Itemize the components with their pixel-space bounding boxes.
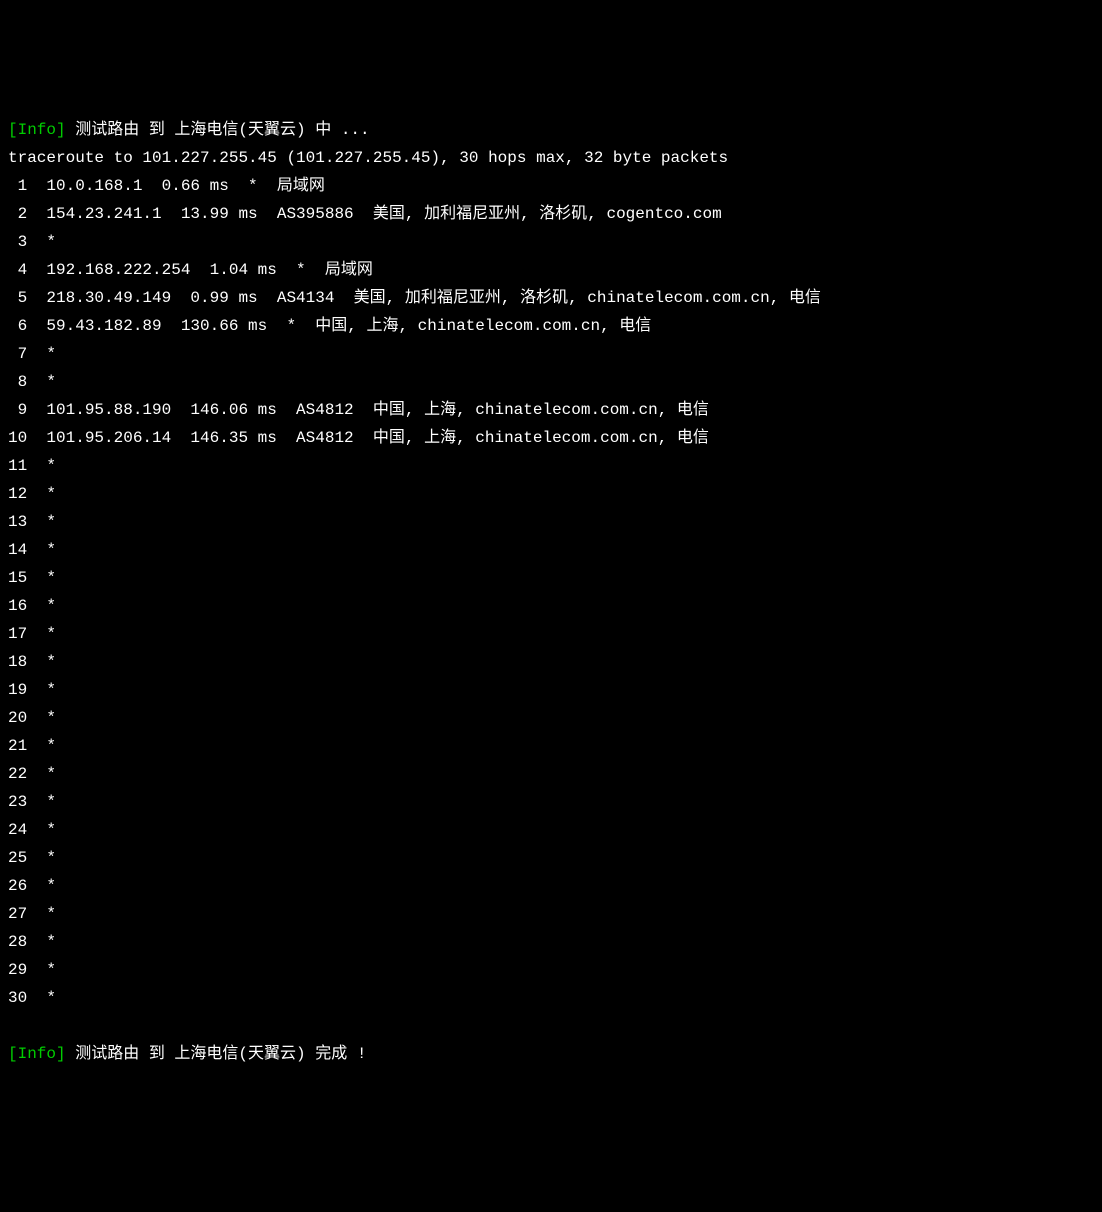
hop-number: 22	[8, 760, 27, 788]
hop-number: 27	[8, 900, 27, 928]
hop-number: 17	[8, 620, 27, 648]
hop-details: *	[27, 933, 56, 951]
traceroute-hop: 8 *	[8, 368, 1094, 396]
traceroute-hop: 6 59.43.182.89 130.66 ms * 中国, 上海, china…	[8, 312, 1094, 340]
traceroute-hop: 1 10.0.168.1 0.66 ms * 局域网	[8, 172, 1094, 200]
traceroute-hop: 26 *	[8, 872, 1094, 900]
traceroute-hop: 22 *	[8, 760, 1094, 788]
hop-details: *	[27, 905, 56, 923]
traceroute-hop: 23 *	[8, 788, 1094, 816]
traceroute-header: traceroute to 101.227.255.45 (101.227.25…	[8, 144, 1094, 172]
traceroute-hop: 21 *	[8, 732, 1094, 760]
hop-number: 14	[8, 536, 27, 564]
hop-number: 9	[8, 396, 27, 424]
hop-number: 5	[8, 284, 27, 312]
hop-details: *	[27, 793, 56, 811]
hop-details: *	[27, 821, 56, 839]
hop-details: *	[27, 961, 56, 979]
hop-number: 26	[8, 872, 27, 900]
hop-details: 10.0.168.1 0.66 ms * 局域网	[27, 177, 325, 195]
traceroute-hop: 7 *	[8, 340, 1094, 368]
hop-number: 25	[8, 844, 27, 872]
hop-number: 13	[8, 508, 27, 536]
traceroute-hop: 2 154.23.241.1 13.99 ms AS395886 美国, 加利福…	[8, 200, 1094, 228]
hop-details: *	[27, 737, 56, 755]
hop-number: 12	[8, 480, 27, 508]
hop-number: 11	[8, 452, 27, 480]
traceroute-hop: 28 *	[8, 928, 1094, 956]
hop-details: 218.30.49.149 0.99 ms AS4134 美国, 加利福尼亚州,…	[27, 289, 821, 307]
traceroute-hop: 24 *	[8, 816, 1094, 844]
hop-details: 59.43.182.89 130.66 ms * 中国, 上海, chinate…	[27, 317, 651, 335]
hop-number: 2	[8, 200, 27, 228]
hop-number: 8	[8, 368, 27, 396]
traceroute-hop: 20 *	[8, 704, 1094, 732]
hop-details: *	[27, 709, 56, 727]
traceroute-hop: 3 *	[8, 228, 1094, 256]
hop-details: *	[27, 345, 56, 363]
hop-details: *	[27, 989, 56, 1007]
info-line-end: [Info] 测试路由 到 上海电信(天翼云) 完成 !	[8, 1040, 1094, 1068]
hop-details: *	[27, 653, 56, 671]
traceroute-hop: 30 *	[8, 984, 1094, 1012]
traceroute-hop: 15 *	[8, 564, 1094, 592]
traceroute-hop: 14 *	[8, 536, 1094, 564]
traceroute-hop: 4 192.168.222.254 1.04 ms * 局域网	[8, 256, 1094, 284]
hop-details: *	[27, 485, 56, 503]
traceroute-hop: 17 *	[8, 620, 1094, 648]
hop-details: *	[27, 233, 56, 251]
traceroute-hop: 5 218.30.49.149 0.99 ms AS4134 美国, 加利福尼亚…	[8, 284, 1094, 312]
hop-number: 18	[8, 648, 27, 676]
hop-number: 1	[8, 172, 27, 200]
hop-number: 15	[8, 564, 27, 592]
traceroute-hop: 18 *	[8, 648, 1094, 676]
hop-details: 192.168.222.254 1.04 ms * 局域网	[27, 261, 373, 279]
traceroute-hops: 1 10.0.168.1 0.66 ms * 局域网2 154.23.241.1…	[8, 172, 1094, 1012]
hop-number: 4	[8, 256, 27, 284]
hop-details: *	[27, 765, 56, 783]
traceroute-hop: 27 *	[8, 900, 1094, 928]
traceroute-hop: 25 *	[8, 844, 1094, 872]
hop-details: *	[27, 457, 56, 475]
info-start-text: 测试路由 到 上海电信(天翼云) 中 ...	[66, 121, 370, 139]
info-tag: [Info]	[8, 1045, 66, 1063]
hop-details: *	[27, 541, 56, 559]
hop-details: *	[27, 849, 56, 867]
hop-number: 20	[8, 704, 27, 732]
traceroute-hop: 29 *	[8, 956, 1094, 984]
hop-number: 23	[8, 788, 27, 816]
hop-details: *	[27, 373, 56, 391]
hop-details: *	[27, 569, 56, 587]
hop-details: *	[27, 625, 56, 643]
hop-number: 16	[8, 592, 27, 620]
traceroute-hop: 10 101.95.206.14 146.35 ms AS4812 中国, 上海…	[8, 424, 1094, 452]
hop-details: 101.95.88.190 146.06 ms AS4812 中国, 上海, c…	[27, 401, 709, 419]
hop-number: 7	[8, 340, 27, 368]
hop-number: 10	[8, 424, 27, 452]
hop-number: 30	[8, 984, 27, 1012]
hop-details: *	[27, 681, 56, 699]
info-end-text: 测试路由 到 上海电信(天翼云) 完成 !	[66, 1045, 367, 1063]
traceroute-hop: 16 *	[8, 592, 1094, 620]
hop-details: *	[27, 597, 56, 615]
hop-details: *	[27, 513, 56, 531]
hop-number: 28	[8, 928, 27, 956]
hop-number: 19	[8, 676, 27, 704]
hop-details: *	[27, 877, 56, 895]
traceroute-hop: 11 *	[8, 452, 1094, 480]
info-line-start: [Info] 测试路由 到 上海电信(天翼云) 中 ...	[8, 116, 1094, 144]
traceroute-hop: 13 *	[8, 508, 1094, 536]
traceroute-hop: 19 *	[8, 676, 1094, 704]
hop-details: 154.23.241.1 13.99 ms AS395886 美国, 加利福尼亚…	[27, 205, 722, 223]
hop-details: 101.95.206.14 146.35 ms AS4812 中国, 上海, c…	[27, 429, 709, 447]
hop-number: 21	[8, 732, 27, 760]
hop-number: 29	[8, 956, 27, 984]
hop-number: 3	[8, 228, 27, 256]
hop-number: 6	[8, 312, 27, 340]
traceroute-hop: 9 101.95.88.190 146.06 ms AS4812 中国, 上海,…	[8, 396, 1094, 424]
hop-number: 24	[8, 816, 27, 844]
info-tag: [Info]	[8, 121, 66, 139]
traceroute-hop: 12 *	[8, 480, 1094, 508]
